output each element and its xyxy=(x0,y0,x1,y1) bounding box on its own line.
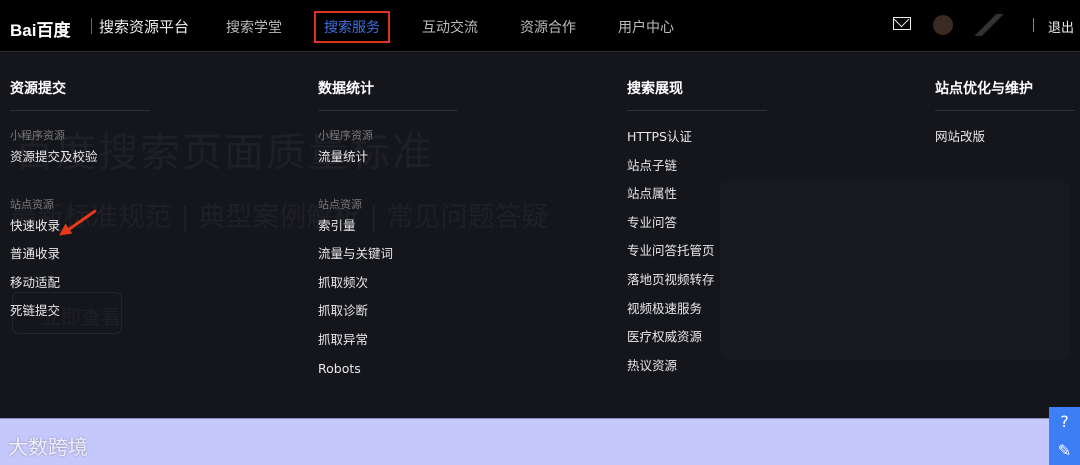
menu-item[interactable]: 流量统计 xyxy=(318,147,458,176)
side-toolbar: ? ✎ xyxy=(1049,407,1080,465)
menu-column-resource-submission: 资源提交 小程序资源 资源提交及校验 站点资源 快速收录 普通收录 移动适配 死… xyxy=(10,78,150,330)
group-label: 站点资源 xyxy=(318,197,362,211)
menu-item[interactable]: 热议资源 xyxy=(627,356,767,385)
menu-item[interactable]: 专业问答托管页 xyxy=(627,241,767,270)
menu-item[interactable]: HTTPS认证 xyxy=(627,127,767,156)
nav-search-academy[interactable]: 搜索学堂 xyxy=(226,17,282,37)
help-icon[interactable]: ? xyxy=(1049,407,1080,436)
mail-icon[interactable] xyxy=(893,17,911,30)
menu-item[interactable]: Robots xyxy=(318,359,458,388)
logout-link[interactable]: 退出 xyxy=(1048,17,1074,36)
menu-item[interactable]: 落地页视频转存 xyxy=(627,270,767,299)
menu-item[interactable]: 死链提交 xyxy=(10,301,150,330)
menu-item[interactable]: 移动适配 xyxy=(10,273,150,302)
top-bar: Bai百度 搜索资源平台 搜索学堂 搜索服务 互动交流 资源合作 用户中心 退出 xyxy=(0,0,1080,52)
menu-item[interactable]: 资源提交及校验 xyxy=(10,147,150,176)
menu-column-data-statistics: 数据统计 小程序资源 流量统计 站点资源 索引量 流量与关键词 抓取频次 抓取诊… xyxy=(318,78,458,387)
menu-item[interactable]: 抓取诊断 xyxy=(318,301,458,330)
menu-item[interactable]: 视频极速服务 xyxy=(627,299,767,328)
group-label: 站点资源 xyxy=(10,197,54,211)
group-label: 小程序资源 xyxy=(318,129,373,142)
footer-band: 大数跨境 xyxy=(0,418,1080,465)
baidu-logo[interactable]: Bai百度 xyxy=(10,16,70,41)
menu-item[interactable]: 流量与关键词 xyxy=(318,244,458,273)
menu-column-search-display: 搜索展现 HTTPS认证 站点子链 站点属性 专业问答 专业问答托管页 落地页视… xyxy=(627,78,767,384)
column-title: 搜索展现 xyxy=(627,78,767,111)
menu-item[interactable]: 索引量 xyxy=(318,216,458,245)
avatar[interactable] xyxy=(933,15,953,35)
nav-interaction[interactable]: 互动交流 xyxy=(422,17,478,37)
divider xyxy=(91,18,92,34)
menu-column-site-optimization: 站点优化与维护 网站改版 xyxy=(935,78,1075,156)
menu-item[interactable]: 普通收录 xyxy=(10,244,150,273)
column-title: 站点优化与维护 xyxy=(935,78,1075,111)
nav-resource-cooperation[interactable]: 资源合作 xyxy=(520,17,576,37)
menu-item[interactable]: 网站改版 xyxy=(935,127,1075,156)
group-label: 小程序资源 xyxy=(10,129,65,142)
menu-item[interactable]: 专业问答 xyxy=(627,213,767,242)
menu-item[interactable]: 抓取频次 xyxy=(318,273,458,302)
menu-item[interactable]: 站点属性 xyxy=(627,184,767,213)
menu-item[interactable]: 抓取异常 xyxy=(318,330,458,359)
divider xyxy=(1033,18,1034,32)
feedback-icon[interactable]: ✎ xyxy=(1049,436,1080,465)
watermark: 大数跨境 xyxy=(8,435,88,459)
menu-item[interactable]: 医疗权威资源 xyxy=(627,327,767,356)
username-redacted[interactable] xyxy=(975,14,1003,36)
book-illustration xyxy=(720,180,1070,360)
nav-search-services[interactable]: 搜索服务 xyxy=(314,11,390,43)
nav-user-center[interactable]: 用户中心 xyxy=(618,17,674,37)
menu-item[interactable]: 站点子链 xyxy=(627,156,767,185)
platform-title[interactable]: 搜索资源平台 xyxy=(99,16,189,37)
column-title: 数据统计 xyxy=(318,78,458,111)
column-title: 资源提交 xyxy=(10,78,150,111)
